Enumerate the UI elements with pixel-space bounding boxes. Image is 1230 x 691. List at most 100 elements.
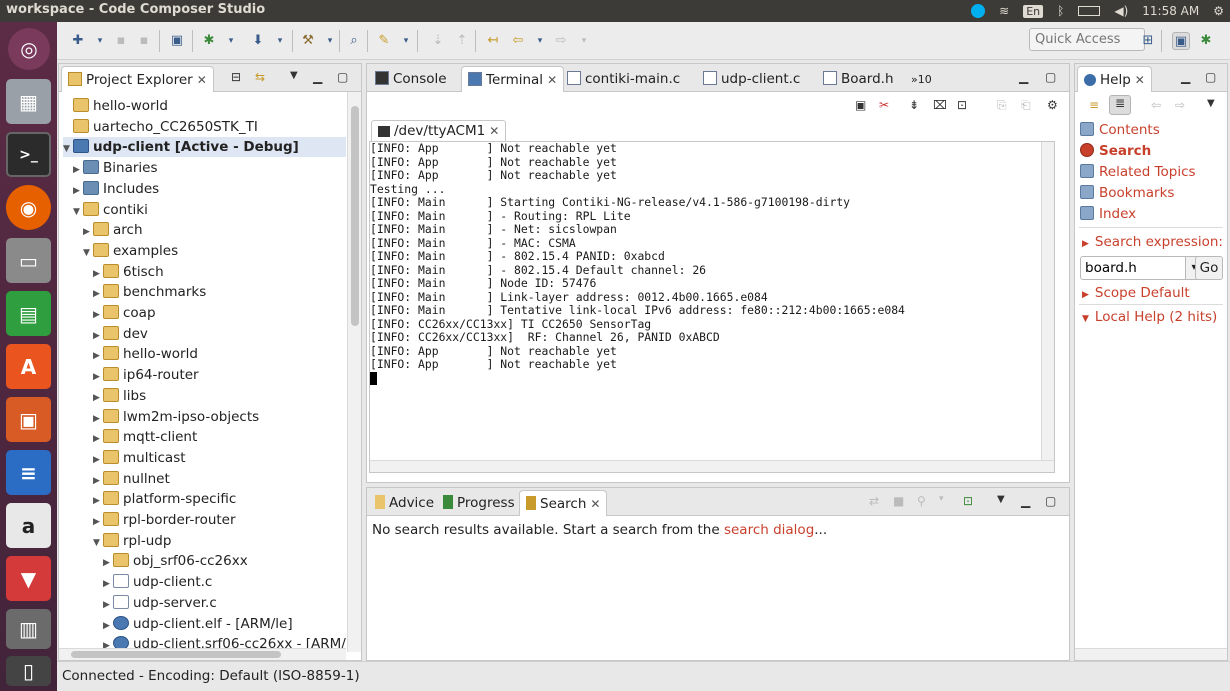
- collapsed-arrow-icon[interactable]: ▶: [93, 450, 103, 470]
- go-button[interactable]: Go: [1195, 256, 1223, 280]
- close-icon[interactable]: ✕: [197, 73, 207, 87]
- help-search-input[interactable]: [1080, 256, 1186, 280]
- help-link-related-topics[interactable]: Related Topics: [1080, 164, 1196, 184]
- local-help-section[interactable]: ▼ Local Help (2 hits): [1082, 309, 1217, 325]
- tab-search[interactable]: Search ✕: [519, 490, 608, 516]
- collapsed-arrow-icon[interactable]: ▶: [93, 471, 103, 491]
- chevron-down-icon[interactable]: ▾: [222, 32, 240, 50]
- remove-search-icon[interactable]: ⇄: [869, 494, 879, 508]
- vertical-scrollbar[interactable]: [1041, 142, 1054, 472]
- quick-access-input[interactable]: [1029, 28, 1145, 51]
- search-dialog-link[interactable]: search dialog: [724, 522, 814, 538]
- collapsed-arrow-icon[interactable]: ▶: [93, 409, 103, 429]
- show-all-icon[interactable]: ≣: [1109, 95, 1131, 115]
- skype-icon[interactable]: [971, 4, 986, 18]
- tree-item[interactable]: ▶ obj_srf06-cc26xx: [103, 551, 346, 571]
- close-icon[interactable]: ✕: [590, 497, 600, 511]
- collapsed-arrow-icon[interactable]: ▶: [93, 491, 103, 511]
- tree-item[interactable]: ▼ contiki: [73, 200, 346, 220]
- expanded-arrow-icon[interactable]: ▼: [83, 243, 93, 263]
- tree-item[interactable]: ▶ udp-client.c: [103, 572, 346, 592]
- tab-terminal[interactable]: Terminal ✕: [461, 66, 565, 92]
- horizontal-scrollbar[interactable]: [370, 460, 1054, 472]
- forward-icon[interactable]: ⇨: [552, 32, 570, 50]
- open-terminal-icon[interactable]: ⚙: [1047, 98, 1058, 112]
- tab-board-h[interactable]: Board.h: [817, 66, 900, 92]
- collapsed-arrow-icon[interactable]: ▶: [103, 595, 113, 615]
- tree-item[interactable]: ▶ 6tisch: [93, 262, 346, 282]
- expanded-arrow-icon[interactable]: ▼: [93, 533, 103, 553]
- tab-progress[interactable]: Progress: [437, 490, 521, 516]
- view-menu-icon[interactable]: ▼: [997, 494, 1005, 505]
- chevron-down-icon[interactable]: ▾: [531, 32, 549, 50]
- tree-item[interactable]: ▶ arch: [83, 220, 346, 240]
- chevron-down-icon[interactable]: ▾: [939, 494, 944, 504]
- show-in-toc-icon[interactable]: ≡: [1089, 98, 1099, 112]
- tree-item[interactable]: ▶ mqtt-client: [93, 427, 346, 447]
- minimize-icon[interactable]: ▁: [1181, 70, 1190, 84]
- keyboard-layout[interactable]: En: [1023, 4, 1044, 18]
- gear-icon[interactable]: ⚙: [1213, 4, 1224, 18]
- tree-item[interactable]: ▶ platform-specific: [93, 489, 346, 509]
- history-icon[interactable]: ⚲: [917, 494, 926, 508]
- minimize-icon[interactable]: ▁: [313, 70, 322, 84]
- prev-annotation-icon[interactable]: ⇡: [453, 32, 471, 50]
- pin-icon[interactable]: ⊡: [963, 494, 973, 508]
- tab-help[interactable]: Help ✕: [1077, 66, 1152, 92]
- scope-section[interactable]: ▶ Scope Default: [1082, 285, 1190, 301]
- chevron-down-icon[interactable]: ▾: [271, 32, 289, 50]
- collapsed-arrow-icon[interactable]: ▶: [93, 284, 103, 304]
- paste-icon[interactable]: ⎗: [1021, 98, 1031, 113]
- clock[interactable]: 11:58 AM: [1142, 4, 1199, 18]
- expanded-arrow-icon[interactable]: ▼: [73, 202, 83, 222]
- close-icon[interactable]: ✕: [1135, 73, 1145, 87]
- help-link-contents[interactable]: Contents: [1080, 122, 1160, 142]
- chevron-down-icon[interactable]: ▾: [397, 32, 415, 50]
- debug-icon[interactable]: ✱: [200, 32, 218, 50]
- link-editor-icon[interactable]: ⇆: [255, 70, 265, 84]
- trash-icon[interactable]: ▯: [6, 656, 51, 686]
- chevron-down-icon[interactable]: ▾: [91, 32, 109, 50]
- minimize-icon[interactable]: ▁: [1019, 70, 1028, 84]
- tree-item[interactable]: ▶ dev: [93, 324, 346, 344]
- tab-console[interactable]: Console: [369, 66, 453, 92]
- view-menu-icon[interactable]: ▼: [290, 70, 298, 81]
- tree-item[interactable]: ▶ benchmarks: [93, 282, 346, 302]
- terminal-output[interactable]: [INFO: App ] Not reachable yet [INFO: App…: [369, 141, 1055, 473]
- tree-item[interactable]: ▶ libs: [93, 386, 346, 406]
- tab-advice[interactable]: Advice: [369, 490, 440, 516]
- console-icon[interactable]: ▣: [168, 32, 186, 50]
- collapsed-arrow-icon[interactable]: ▶: [83, 222, 93, 242]
- tree-item[interactable]: ▼ rpl-udp: [93, 531, 346, 551]
- bluetooth-icon[interactable]: ᛒ: [1057, 4, 1064, 18]
- expanded-arrow-icon[interactable]: ▼: [63, 139, 73, 159]
- search-icon[interactable]: ⌕: [345, 32, 363, 50]
- flash-icon[interactable]: ⬇: [249, 32, 267, 50]
- clear-icon[interactable]: ⌧: [933, 98, 947, 112]
- cancel-icon[interactable]: ■: [893, 494, 904, 508]
- collapsed-arrow-icon[interactable]: ▶: [73, 181, 83, 201]
- help-link-search[interactable]: Search: [1080, 143, 1151, 163]
- firefox-icon[interactable]: ◉: [6, 185, 51, 230]
- amazon-icon[interactable]: a: [6, 503, 51, 548]
- ccs-edit-perspective-icon[interactable]: ▣: [1172, 32, 1190, 50]
- tree-item[interactable]: ▶ Binaries: [73, 158, 346, 178]
- scroll-lock-icon[interactable]: ⇟: [909, 98, 919, 112]
- next-annotation-icon[interactable]: ⇣: [429, 32, 447, 50]
- maximize-icon[interactable]: ▢: [1045, 70, 1056, 84]
- battery-icon[interactable]: [1078, 6, 1101, 16]
- ccs-app-icon[interactable]: ▦: [6, 79, 51, 124]
- tab-udp-client-c[interactable]: udp-client.c: [697, 66, 806, 92]
- writer-icon[interactable]: ≡: [6, 450, 51, 495]
- tree-item[interactable]: ▶ hello-world: [93, 344, 346, 364]
- tree-item[interactable]: ▶ multicast: [93, 448, 346, 468]
- collapsed-arrow-icon[interactable]: ▶: [103, 616, 113, 636]
- volume-icon[interactable]: ◀): [1114, 4, 1128, 18]
- software-center-icon[interactable]: A: [6, 344, 51, 389]
- back-icon[interactable]: ⇦: [1151, 98, 1161, 112]
- collapsed-arrow-icon[interactable]: ▶: [93, 367, 103, 387]
- collapsed-arrow-icon[interactable]: ▶: [93, 305, 103, 325]
- tree-item[interactable]: ▶ udp-client.elf - [ARM/le]: [103, 614, 346, 634]
- collapsed-arrow-icon[interactable]: ▶: [73, 160, 83, 180]
- open-perspective-icon[interactable]: ⊞: [1139, 32, 1157, 50]
